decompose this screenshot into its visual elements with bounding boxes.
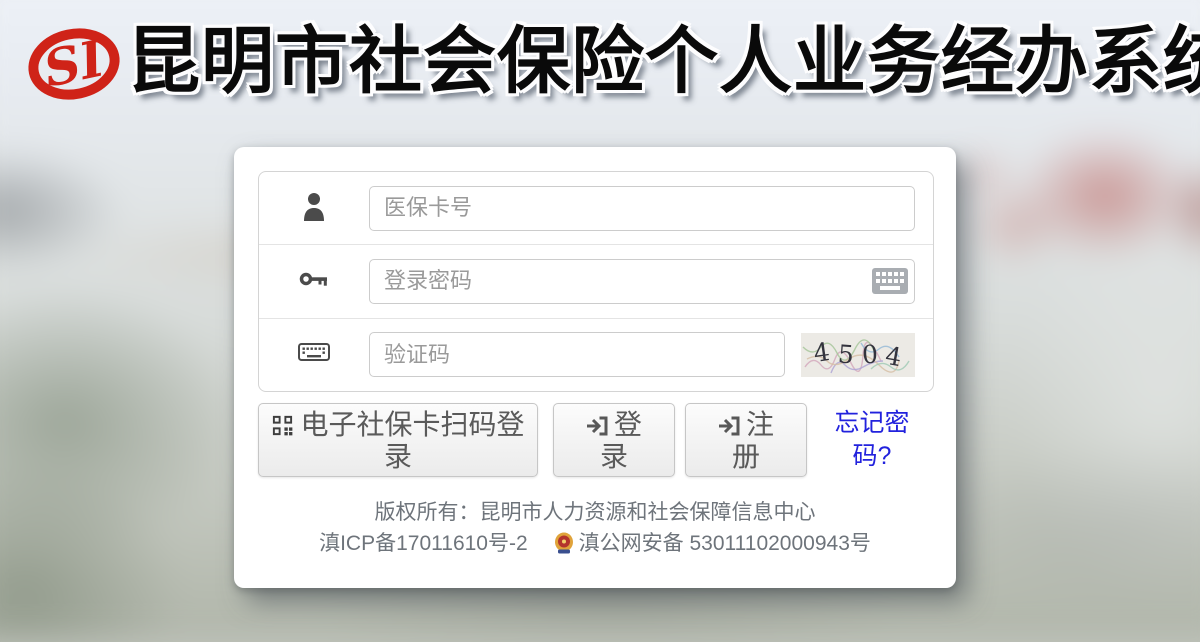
card-number-row: [259, 172, 933, 244]
footer: 版权所有：昆明市人力资源和社会保障信息中心 滇ICP备17011610号-2 滇…: [234, 497, 956, 559]
forgot-password-link[interactable]: 忘记密码?: [829, 403, 915, 473]
police-registration-link[interactable]: 滇公网安备 53011102000943号: [554, 532, 871, 555]
login-card: 4 5 0 4 电子社保卡扫码登录: [234, 147, 956, 588]
escard-scan-login-button[interactable]: 电子社保卡扫码登录: [258, 403, 538, 477]
captcha-digit: 0: [861, 340, 878, 370]
sign-in-icon: [718, 415, 740, 437]
password-input[interactable]: [369, 259, 915, 304]
captcha-image[interactable]: 4 5 0 4: [801, 333, 915, 377]
police-number: 滇公网安备 53011102000943号: [579, 532, 871, 555]
register-button[interactable]: 注册: [685, 403, 807, 477]
sign-in-icon: [586, 415, 608, 437]
social-insurance-si-logo: SI: [26, 22, 122, 106]
qrcode-icon: [271, 414, 294, 437]
virtual-keyboard-icon[interactable]: [872, 266, 908, 296]
copyright-text: 版权所有：昆明市人力资源和社会保障信息中心: [234, 497, 956, 528]
keyboard-icon: [298, 341, 330, 368]
icp-number: 滇ICP备17011610号-2: [319, 532, 528, 555]
action-buttons-row: 电子社保卡扫码登录 登录 注册 忘记密码?: [258, 403, 932, 477]
key-icon: [299, 271, 329, 292]
police-badge-icon: [554, 532, 574, 554]
card-number-input[interactable]: [369, 186, 915, 231]
login-form: 4 5 0 4: [258, 171, 934, 392]
password-row: [259, 244, 933, 317]
captcha-input[interactable]: [369, 332, 785, 377]
user-icon: [301, 191, 327, 226]
scan-login-label: 电子社保卡扫码登录: [300, 409, 524, 472]
captcha-row: 4 5 0 4: [259, 318, 933, 391]
registration-line: 滇ICP备17011610号-2 滇公网安备 53011102000943号: [234, 528, 956, 559]
login-button[interactable]: 登录: [553, 403, 675, 477]
captcha-digit: 5: [837, 340, 855, 370]
page-title: 昆明市社会保险个人业务经办系统: [127, 16, 1200, 108]
